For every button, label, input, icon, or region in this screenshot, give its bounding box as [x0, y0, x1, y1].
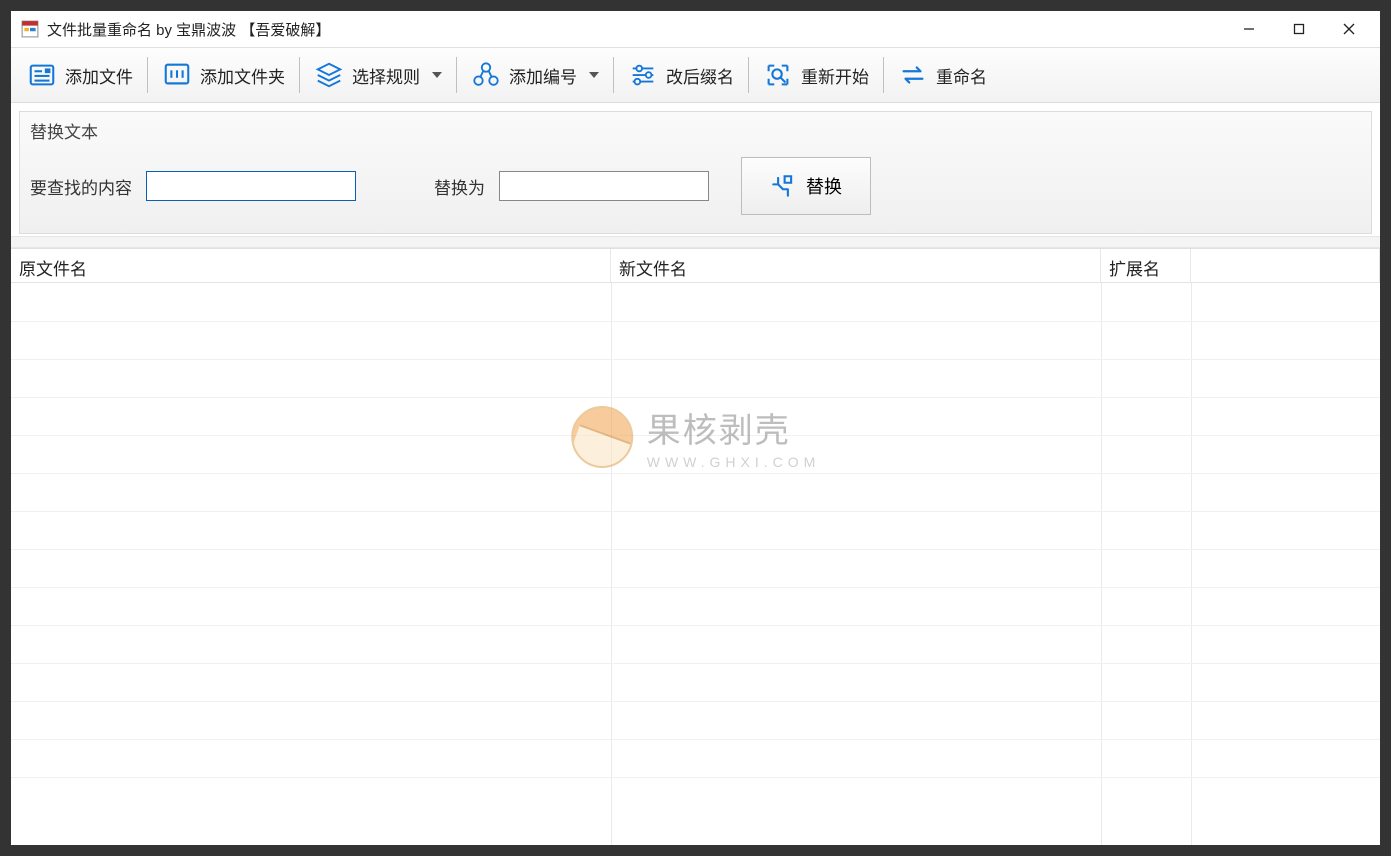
- toolbar-label: 添加文件夹: [200, 63, 285, 88]
- replace-icon: [770, 173, 796, 199]
- watermark-main: 果核剥壳: [647, 403, 821, 452]
- app-window: 文件批量重命名 by 宝鼎波波 【吾爱破解】 添加文件 添加文件夹 选择规则: [10, 10, 1381, 846]
- change-ext-button[interactable]: 改后缀名: [618, 53, 744, 97]
- close-button[interactable]: [1324, 13, 1374, 45]
- toolbar-separator: [147, 57, 148, 93]
- toolbar-separator: [883, 57, 884, 93]
- find-label: 要查找的内容: [30, 174, 132, 199]
- maximize-button[interactable]: [1274, 13, 1324, 45]
- watermark: 果核剥壳 WWW.GHXI.COM: [571, 403, 821, 470]
- minimize-button[interactable]: [1224, 13, 1274, 45]
- rename-button[interactable]: 重命名: [888, 53, 997, 97]
- col-new[interactable]: 新文件名: [611, 249, 1101, 282]
- folder-add-icon: [162, 60, 192, 90]
- rescan-icon: [763, 60, 793, 90]
- number-icon: [471, 60, 501, 90]
- restart-button[interactable]: 重新开始: [753, 53, 879, 97]
- add-number-button[interactable]: 添加编号: [461, 53, 609, 97]
- table-body[interactable]: 果核剥壳 WWW.GHXI.COM: [11, 283, 1380, 845]
- window-title: 文件批量重命名 by 宝鼎波波 【吾爱破解】: [47, 19, 1224, 40]
- replace-label: 替换为: [434, 174, 485, 199]
- toolbar-label: 添加文件: [65, 63, 133, 88]
- replace-button[interactable]: 替换: [741, 157, 871, 215]
- sliders-icon: [628, 60, 658, 90]
- toolbar: 添加文件 添加文件夹 选择规则 添加编号 改后缀名 重新开始: [11, 47, 1380, 103]
- toolbar-separator: [456, 57, 457, 93]
- panel-title: 替换文本: [20, 112, 1371, 143]
- col-ext[interactable]: 扩展名: [1101, 249, 1191, 282]
- col-spacer: [1191, 249, 1380, 282]
- cycle-icon: [898, 60, 928, 90]
- window-controls: [1224, 13, 1374, 45]
- toolbar-label: 重新开始: [801, 63, 869, 88]
- titlebar: 文件批量重命名 by 宝鼎波波 【吾爱破解】: [11, 11, 1380, 47]
- file-table: 原文件名 新文件名 扩展名 果核剥壳: [11, 248, 1380, 845]
- replace-panel: 替换文本 要查找的内容 替换为 替换: [19, 111, 1372, 234]
- replace-button-label: 替换: [806, 173, 842, 199]
- add-folder-button[interactable]: 添加文件夹: [152, 53, 295, 97]
- watermark-sub: WWW.GHXI.COM: [647, 454, 821, 470]
- toolbar-separator: [748, 57, 749, 93]
- toolbar-label: 添加编号: [509, 63, 577, 88]
- add-file-button[interactable]: 添加文件: [17, 53, 143, 97]
- toolbar-label: 选择规则: [352, 63, 420, 88]
- chevron-down-icon: [589, 72, 599, 78]
- file-add-icon: [27, 60, 57, 90]
- toolbar-separator: [299, 57, 300, 93]
- chevron-down-icon: [432, 72, 442, 78]
- select-rule-button[interactable]: 选择规则: [304, 53, 452, 97]
- watermark-logo-icon: [571, 406, 633, 468]
- toolbar-label: 改后缀名: [666, 63, 734, 88]
- col-original[interactable]: 原文件名: [11, 249, 611, 282]
- gap-bar: [11, 236, 1380, 248]
- layers-icon: [314, 60, 344, 90]
- toolbar-label: 重命名: [936, 63, 987, 88]
- app-icon: [21, 20, 39, 38]
- replace-input[interactable]: [499, 171, 709, 201]
- table-header: 原文件名 新文件名 扩展名: [11, 249, 1380, 283]
- toolbar-separator: [613, 57, 614, 93]
- find-input[interactable]: [146, 171, 356, 201]
